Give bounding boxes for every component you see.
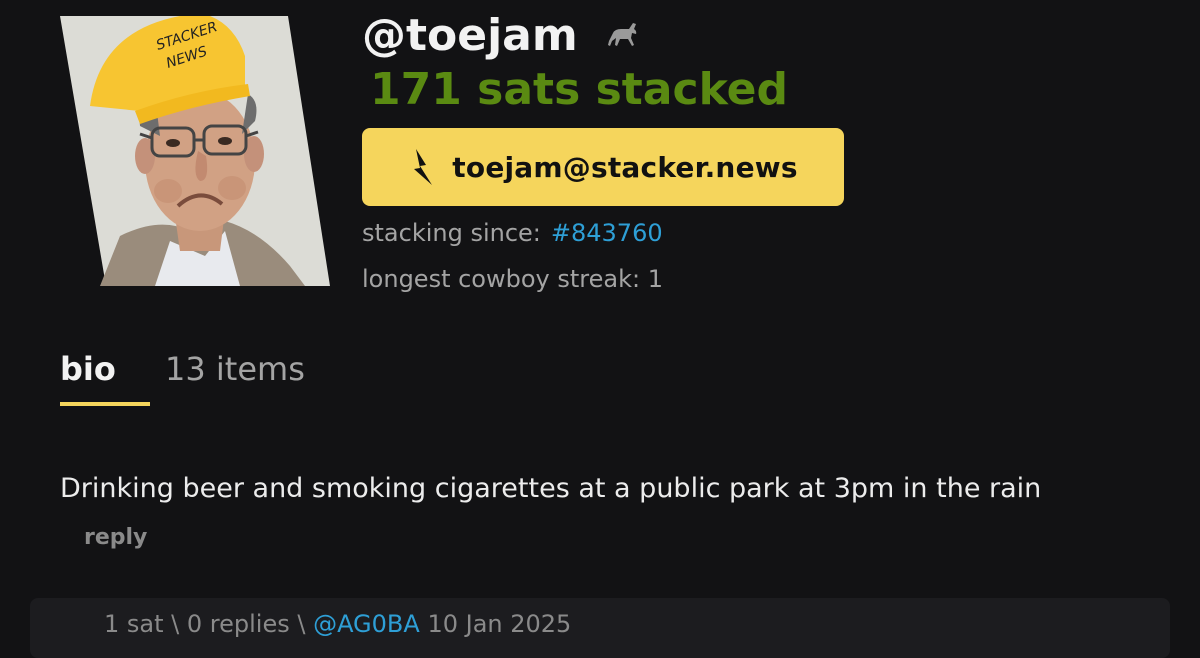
comment-stats: 1 sat \ 0 replies \: [104, 610, 306, 638]
comment-meta: 1 sat \ 0 replies \ @AG0BA 10 Jan 2025: [104, 610, 571, 638]
tab-bio[interactable]: bio: [60, 346, 150, 406]
comment-date: 10 Jan 2025: [427, 610, 572, 638]
username: @toejam: [362, 10, 578, 61]
lightning-bolt-icon: [408, 147, 438, 187]
lightning-address-button[interactable]: toejam@stacker.news: [362, 128, 844, 206]
lightning-address: toejam@stacker.news: [452, 150, 798, 184]
profile-tabs: bio 13 items: [60, 346, 305, 406]
sats-stacked: 171 sats stacked: [370, 64, 788, 115]
comment-author-link[interactable]: @AG0BA: [313, 610, 420, 638]
comment-item: 1 sat \ 0 replies \ @AG0BA 10 Jan 2025: [30, 598, 1170, 658]
page-title: @toejam: [362, 8, 639, 64]
avatar[interactable]: STACKER NEWS: [60, 16, 330, 286]
bio-text: Drinking beer and smoking cigarettes at …: [60, 473, 1042, 504]
horse-icon: [605, 7, 639, 63]
reply-button[interactable]: reply: [84, 525, 147, 550]
stacking-since: stacking since: #843760: [362, 217, 663, 249]
stacking-since-label: stacking since:: [362, 219, 541, 247]
cowboy-streak: longest cowboy streak: 1: [362, 265, 663, 293]
stacking-since-link[interactable]: #843760: [551, 219, 663, 247]
tab-items[interactable]: 13 items: [165, 346, 305, 402]
